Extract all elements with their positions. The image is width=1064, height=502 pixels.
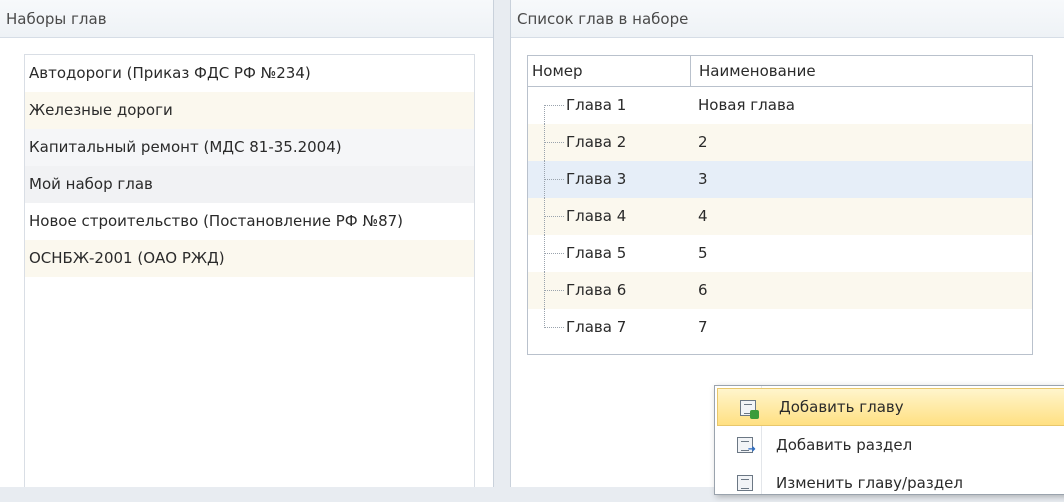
chapter-name: 7: [698, 318, 708, 336]
chapter-name: 6: [698, 281, 708, 299]
chapters-grid: Номер Наименование Глава 1 Новая глава Г…: [527, 55, 1033, 355]
grid-header: Номер Наименование: [528, 56, 1032, 87]
tree-connector: [544, 142, 564, 143]
tree-connector: [544, 309, 546, 328]
panel-splitter[interactable]: [494, 0, 510, 487]
menu-item-label: Добавить раздел: [776, 436, 913, 454]
chapter-sets-title: Наборы глав: [0, 0, 493, 38]
table-row[interactable]: Глава 6 6: [528, 272, 1032, 309]
chapter-name: Новая глава: [698, 96, 795, 114]
tree-connector: [544, 216, 564, 217]
tree-connector: [544, 290, 564, 291]
table-row[interactable]: Глава 7 7: [528, 309, 1032, 346]
context-menu: Добавить главу ➜ Добавить раздел Изменит…: [714, 385, 1064, 495]
list-item[interactable]: ОСНБЖ-2001 (ОАО РЖД): [25, 240, 474, 277]
chapter-name: 5: [698, 244, 708, 262]
tree-connector: [544, 253, 564, 254]
tree-connector: [544, 105, 546, 124]
tree-connector: [544, 105, 564, 106]
menu-item-label: Добавить главу: [779, 398, 904, 416]
list-item[interactable]: Мой набор глав: [25, 166, 474, 203]
table-row[interactable]: Глава 1 Новая глава: [528, 87, 1032, 124]
menu-item-edit-chapter[interactable]: Изменить главу/раздел: [715, 464, 1064, 502]
chapter-list-title: Список глав в наборе: [511, 0, 1064, 38]
list-item[interactable]: Автодороги (Приказ ФДС РФ №234): [25, 55, 474, 92]
chapter-name: 3: [698, 170, 708, 188]
table-row[interactable]: Глава 4 4: [528, 198, 1032, 235]
edit-chapter-icon: [737, 475, 753, 491]
menu-item-label: Изменить главу/раздел: [776, 474, 963, 492]
menu-item-add-section[interactable]: ➜ Добавить раздел: [715, 426, 1064, 464]
tree-connector: [544, 179, 564, 180]
list-item[interactable]: Капитальный ремонт (МДС 81-35.2004): [25, 129, 474, 166]
table-row[interactable]: Глава 2 2: [528, 124, 1032, 161]
column-header-number[interactable]: Номер: [528, 56, 691, 86]
list-item[interactable]: Новое строительство (Постановление РФ №8…: [25, 203, 474, 240]
chapter-name: 2: [698, 133, 708, 151]
list-item[interactable]: Железные дороги: [25, 92, 474, 129]
chapter-name: 4: [698, 207, 708, 225]
menu-item-add-chapter[interactable]: Добавить главу: [717, 388, 1064, 426]
chapter-sets-list: Автодороги (Приказ ФДС РФ №234) Железные…: [24, 54, 475, 487]
tree-connector: [544, 327, 564, 328]
add-chapter-icon: [740, 400, 759, 419]
add-section-icon: ➜: [737, 437, 756, 455]
table-row[interactable]: Глава 3 3: [528, 161, 1032, 198]
table-row[interactable]: Глава 5 5: [528, 235, 1032, 272]
column-header-name[interactable]: Наименование: [691, 56, 1032, 86]
